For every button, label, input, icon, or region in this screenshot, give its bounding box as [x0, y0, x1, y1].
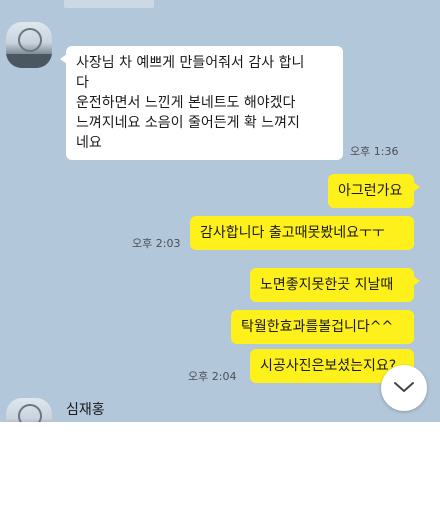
chevron-down-icon: [393, 379, 415, 398]
sender-avatar[interactable]: [6, 398, 52, 422]
message-text: 시공사진은보셨는지요?: [260, 358, 397, 374]
message-text: 감사합니다 출고때못봤네요ㅜㅜ: [200, 225, 385, 241]
sent-message-bubble[interactable]: 탁월한효과를볼겁니다^^: [231, 310, 414, 344]
received-message-bubble[interactable]: 사장님 차 예쁘게 만들어줘서 감사 합니 다 운전하면서 느낀게 본네트도 해…: [60, 46, 343, 160]
message-line: 네요: [76, 135, 102, 151]
message-line: 다: [76, 75, 89, 91]
sender-name: 심재홍: [66, 402, 105, 418]
message-line: 사장님 차 예쁘게 만들어줘서 감사 합니: [76, 55, 305, 71]
message-timestamp: 오후 1:36: [350, 145, 399, 158]
chat-area[interactable]: 사장님 차 예쁘게 만들어줘서 감사 합니 다 운전하면서 느낀게 본네트도 해…: [0, 0, 440, 422]
message-text: 노면좋지못한곳 지날때: [260, 277, 394, 293]
sent-message-bubble[interactable]: 아그런가요: [328, 174, 420, 208]
message-timestamp: 오후 2:04: [188, 370, 237, 383]
sent-message-bubble[interactable]: 노면좋지못한곳 지날때: [250, 268, 420, 302]
message-text: 탁월한효과를볼겁니다^^: [241, 319, 394, 335]
ferris-wheel-image: [18, 404, 42, 422]
message-line: 느껴지네요 소음이 줄어든게 확 느껴지: [76, 115, 300, 131]
cut-off-sender-name: [64, 0, 154, 8]
message-line: 운전하면서 느낀게 본네트도 해야겠다: [76, 95, 296, 111]
sender-avatar[interactable]: [6, 22, 52, 68]
message-timestamp: 오후 2:03: [132, 237, 181, 250]
scroll-to-bottom-button[interactable]: [381, 365, 427, 411]
ferris-wheel-image: [18, 28, 42, 52]
sent-message-bubble[interactable]: 감사합니다 출고때못봤네요ㅜㅜ: [190, 216, 414, 250]
message-text: 아그런가요: [338, 183, 403, 199]
